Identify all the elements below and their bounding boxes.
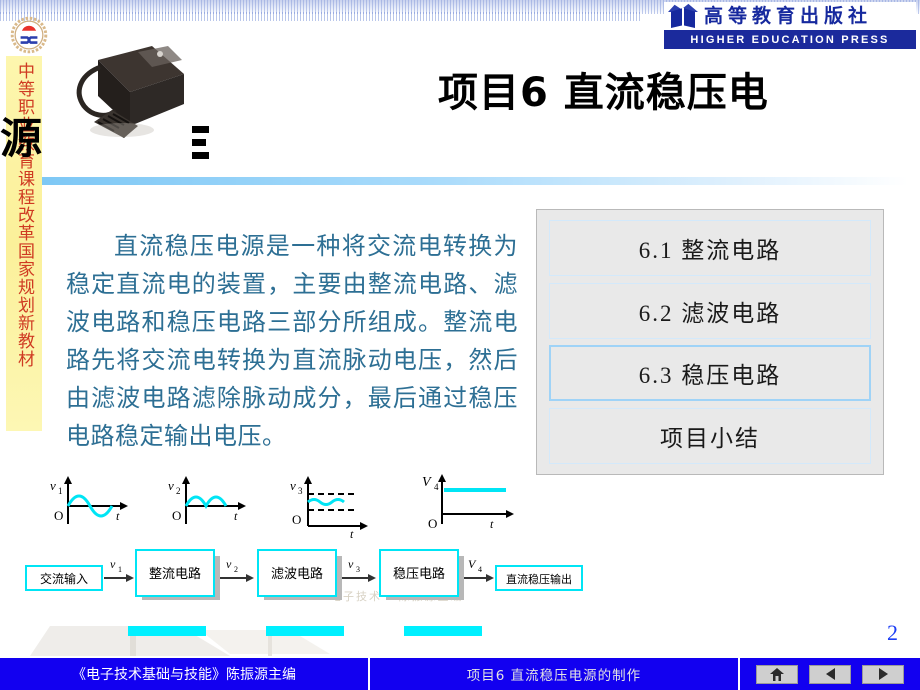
svg-text:v: v [348, 557, 354, 571]
footer-project-title: 项目6 直流稳压电源的制作 [370, 658, 740, 690]
next-button[interactable] [862, 664, 904, 684]
publisher-cn-row: 高等教育出版社 [664, 2, 916, 30]
svg-text:O: O [172, 508, 181, 523]
svg-text:v: v [226, 557, 232, 571]
waveform-v1: v 1 O t [50, 476, 128, 524]
arrow-1: v 1 [104, 557, 134, 582]
cyan-tab-1 [128, 626, 206, 636]
page-title-line2: 源 [0, 114, 43, 163]
block-rectifier: 整流电路 [135, 549, 220, 600]
svg-text:V: V [422, 475, 432, 490]
book-emblem-icon [666, 2, 700, 30]
svg-text:1: 1 [58, 486, 63, 496]
cyan-tab-2 [266, 626, 344, 636]
power-adapter-photo [60, 30, 190, 145]
svg-text:1: 1 [118, 565, 122, 574]
block-diagram: 交流输入 v 1 整流电路 v 2 滤波电路 v 3 稳压电路 V 4 直流稳压… [25, 549, 583, 600]
footer-navigation [740, 658, 920, 690]
publisher-cn-name: 高等教育出版社 [704, 5, 873, 27]
svg-text:O: O [428, 516, 437, 531]
mark-1 [192, 126, 209, 133]
header-rule [42, 177, 908, 185]
svg-text:V: V [468, 557, 477, 571]
agenda-item-summary[interactable]: 项目小结 [549, 407, 871, 464]
svg-text:t: t [234, 509, 238, 523]
svg-text:v: v [290, 478, 296, 493]
body-paragraph: 直流稳压电源是一种将交流电转换为稳定直流电的装置，主要由整流电路、滤波电路和稳压… [66, 234, 518, 450]
previous-button[interactable] [809, 664, 851, 684]
svg-text:交流输入: 交流输入 [40, 571, 88, 586]
svg-text:t: t [116, 509, 120, 523]
svg-text:t: t [350, 527, 354, 540]
svg-text:v: v [50, 478, 56, 493]
mark-2 [192, 139, 206, 146]
top-decorative-strip-secondary [0, 12, 640, 21]
svg-text:3: 3 [356, 565, 360, 574]
svg-text:稳压电路: 稳压电路 [393, 566, 445, 582]
svg-text:2: 2 [176, 486, 181, 496]
waveform-v3: v 3 O t [290, 476, 368, 540]
home-button[interactable] [756, 664, 798, 684]
publisher-en-name: HIGHER EDUCATION PRESS [664, 30, 916, 49]
block-filter: 滤波电路 [257, 549, 342, 600]
svg-text:直流稳压输出: 直流稳压输出 [506, 572, 572, 586]
page-title-line1: 项目6 直流稳压电 [438, 70, 769, 116]
waveform-v4: V 4 O t [422, 474, 514, 531]
svg-text:v: v [168, 478, 174, 493]
svg-text:3: 3 [298, 486, 303, 496]
waveform-row: v 1 O t v 2 O t v 3 O t V 4 O t [50, 474, 514, 540]
svg-text:2: 2 [234, 565, 238, 574]
mark-3 [192, 152, 209, 159]
svg-text:整流电路: 整流电路 [149, 566, 201, 582]
slide-canvas: 高等教育出版社 HIGHER EDUCATION PRESS 中等职业教育课程改… [0, 0, 920, 690]
publisher-logo: 高等教育出版社 HIGHER EDUCATION PRESS [664, 2, 916, 49]
block-regulator: 稳压电路 [379, 549, 464, 600]
footer-book-title: 《电子技术基础与技能》陈振源主编 [0, 658, 370, 690]
school-gear-logo [10, 16, 48, 54]
arrow-2: v 2 [220, 557, 254, 582]
arrow-4: V 4 [464, 557, 494, 582]
agenda-item-6-3[interactable]: 6.3 稳压电路 [549, 345, 871, 402]
svg-text:滤波电路: 滤波电路 [271, 566, 323, 582]
home-icon [770, 667, 784, 681]
page-number: 2 [887, 620, 898, 645]
svg-text:4: 4 [478, 565, 482, 574]
svg-text:v: v [110, 557, 116, 571]
cyan-tab-3 [404, 626, 482, 636]
footer-bar: 《电子技术基础与技能》陈振源主编 项目6 直流稳压电源的制作 [0, 658, 920, 690]
block-ac-input: 交流输入 [25, 565, 103, 591]
svg-text:O: O [54, 508, 63, 523]
agenda-item-6-2[interactable]: 6.2 滤波电路 [549, 282, 871, 339]
waveform-v2: v 2 O t [168, 476, 246, 524]
svg-text:O: O [292, 512, 301, 527]
svg-text:t: t [490, 517, 494, 531]
svg-text:4: 4 [434, 482, 439, 492]
triangle-right-icon [878, 668, 888, 680]
agenda-item-6-1[interactable]: 6.1 整流电路 [549, 220, 871, 276]
triangle-left-icon [825, 668, 835, 680]
cyan-tab-strip [128, 626, 482, 636]
arrow-3: v 3 [342, 557, 376, 582]
block-dc-output: 直流稳压输出 [495, 565, 583, 591]
agenda-panel: 6.1 整流电路 6.2 滤波电路 6.3 稳压电路 项目小结 [536, 209, 884, 475]
title-decorative-marks [192, 126, 209, 165]
